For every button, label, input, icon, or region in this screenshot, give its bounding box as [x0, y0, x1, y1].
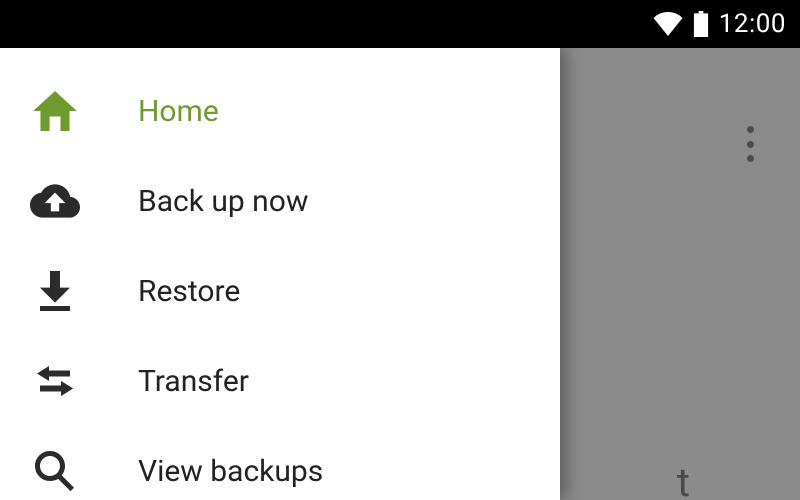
background-partial-text: t	[677, 459, 690, 500]
nav-item-label: Home	[138, 94, 219, 129]
nav-item-view-backups[interactable]: View backups	[0, 426, 560, 500]
search-icon	[30, 446, 80, 496]
screen: 12:00 t Home Back up now	[0, 0, 800, 500]
nav-item-label: Restore	[138, 274, 240, 309]
status-bar-time: 12:00	[719, 9, 786, 39]
cloud-upload-icon	[30, 176, 80, 226]
nav-item-restore[interactable]: Restore	[0, 246, 560, 336]
download-icon	[30, 266, 80, 316]
nav-item-label: Back up now	[138, 184, 308, 219]
nav-item-transfer[interactable]: Transfer	[0, 336, 560, 426]
nav-item-label: Transfer	[138, 364, 249, 399]
transfer-arrows-icon	[30, 356, 80, 406]
status-bar: 12:00	[0, 0, 800, 48]
wifi-icon	[653, 12, 683, 36]
home-icon	[30, 86, 80, 136]
battery-icon	[693, 11, 709, 37]
nav-item-home[interactable]: Home	[0, 66, 560, 156]
nav-item-backup-now[interactable]: Back up now	[0, 156, 560, 246]
navigation-drawer: Home Back up now Restore	[0, 48, 560, 500]
nav-item-label: View backups	[138, 454, 323, 489]
overflow-menu-button[interactable]	[738, 126, 762, 162]
